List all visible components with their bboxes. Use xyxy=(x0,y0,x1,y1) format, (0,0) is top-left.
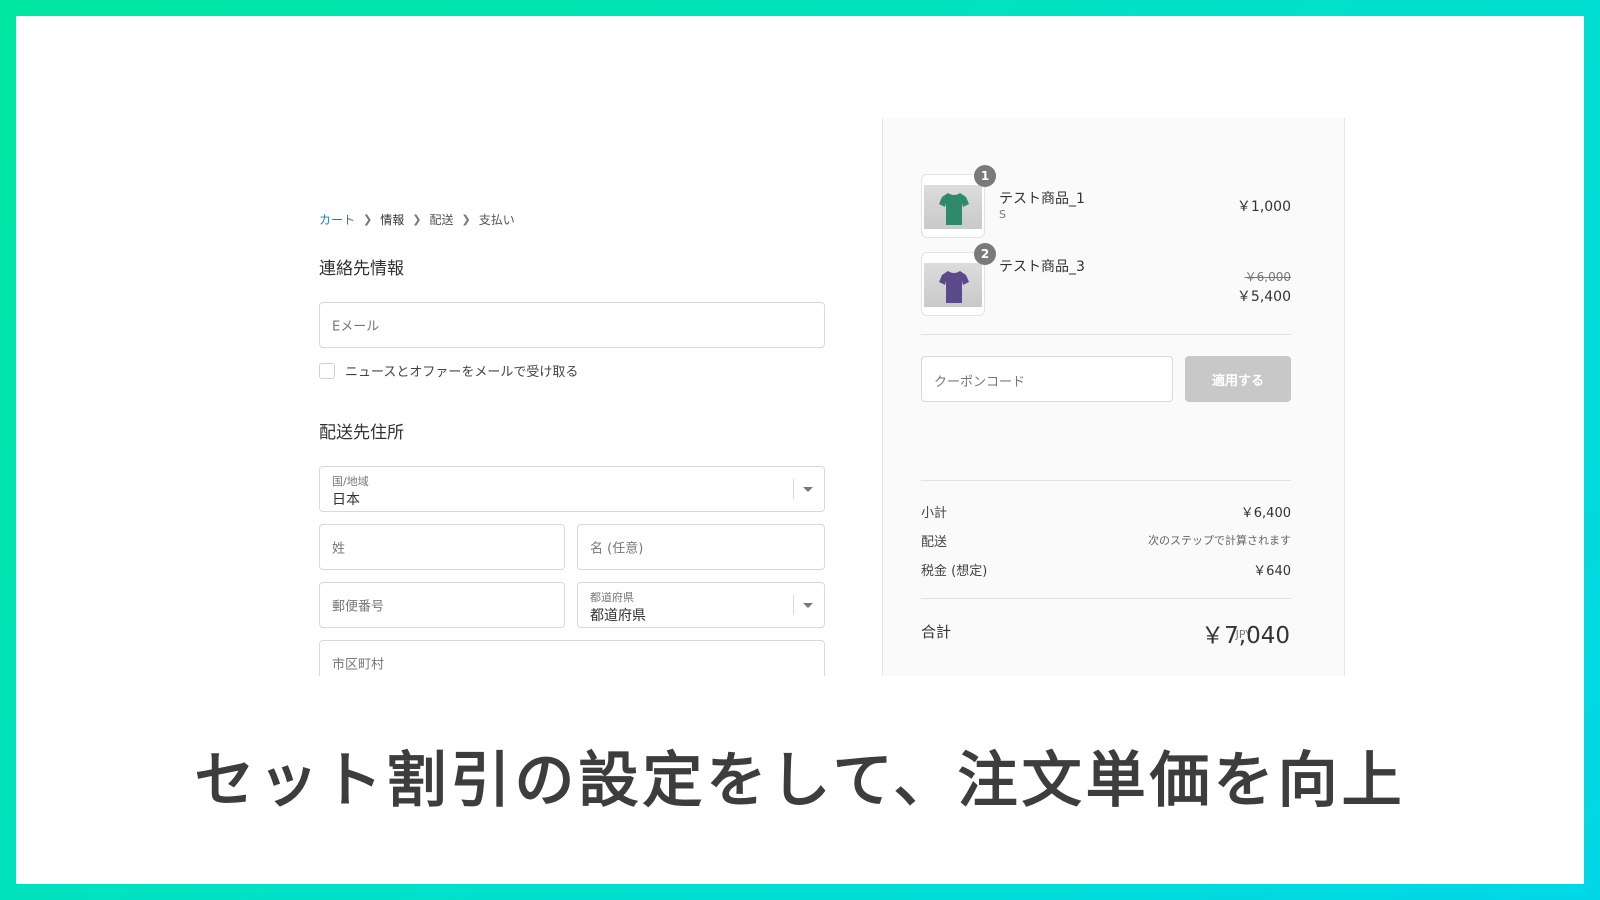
prefecture-value: 都道府県 xyxy=(590,608,646,624)
email-placeholder: Eメール xyxy=(332,319,380,335)
tax-row: 税金 (想定) ￥640 xyxy=(921,560,1291,579)
newsletter-label: ニュースとオファーをメールで受け取る xyxy=(345,365,579,380)
chevron-down-icon xyxy=(803,487,813,492)
divider xyxy=(921,334,1291,335)
country-label: 国/地域 xyxy=(332,475,369,488)
postal-code-field[interactable]: 郵便番号 xyxy=(319,582,565,628)
breadcrumb-cart[interactable]: カート xyxy=(319,211,355,228)
shipping-row: 配送 次のステップで計算されます xyxy=(921,531,1291,550)
tax-label: 税金 (想定) xyxy=(921,564,988,579)
breadcrumb: カート ❯ 情報 ❯ 配送 ❯ 支払い xyxy=(319,211,515,228)
last-name-field[interactable]: 姓 xyxy=(319,524,565,570)
last-name-placeholder: 姓 xyxy=(332,541,346,557)
product-thumbnail: 2 xyxy=(921,243,996,316)
shipping-value: 次のステップで計算されます xyxy=(1148,534,1291,547)
shipping-section-title: 配送先住所 xyxy=(319,423,404,443)
breadcrumb-info: 情報 xyxy=(380,213,405,227)
divider xyxy=(921,598,1291,599)
contact-section-title: 連絡先情報 xyxy=(319,259,404,279)
postal-code-placeholder: 郵便番号 xyxy=(332,599,385,615)
item-name: テスト商品_1 xyxy=(999,191,1085,207)
select-divider xyxy=(793,479,794,499)
breadcrumb-shipping: 配送 xyxy=(429,213,454,227)
newsletter-checkbox[interactable] xyxy=(319,362,335,379)
subtotal-value: ￥6,400 xyxy=(1240,506,1291,521)
subtotal-row: 小計 ￥6,400 xyxy=(921,502,1291,521)
apply-coupon-button[interactable]: 適用する xyxy=(1185,356,1291,402)
chevron-right-icon: ❯ xyxy=(461,213,471,226)
breadcrumb-payment: 支払い xyxy=(478,213,515,227)
prefecture-label: 都道府県 xyxy=(590,591,634,604)
country-select[interactable]: 国/地域 日本 xyxy=(319,466,825,512)
divider xyxy=(921,480,1291,481)
shipping-label: 配送 xyxy=(921,535,948,550)
cart-item: 2 テスト商品_3 ￥6,000 ￥5,400 xyxy=(921,243,1291,316)
chevron-down-icon xyxy=(803,603,813,608)
total-value: ￥7,040 xyxy=(1201,623,1290,649)
item-price: ￥5,400 xyxy=(1236,289,1291,305)
coupon-code-input[interactable]: クーポンコード xyxy=(921,356,1173,402)
city-placeholder: 市区町村 xyxy=(332,657,385,673)
headline-banner: セット割引の設定をして、注文単価を向上 xyxy=(194,746,1406,816)
first-name-field[interactable]: 名 (任意) xyxy=(577,524,825,570)
chevron-right-icon: ❯ xyxy=(412,213,422,226)
prefecture-select[interactable]: 都道府県 都道府県 xyxy=(577,582,825,628)
coupon-placeholder: クーポンコード xyxy=(934,375,1026,390)
quantity-badge: 2 xyxy=(974,243,996,265)
newsletter-row: ニュースとオファーをメールで受け取る xyxy=(319,361,578,380)
item-name: テスト商品_3 xyxy=(999,259,1085,275)
quantity-badge: 1 xyxy=(974,165,996,187)
total-label: 合計 xyxy=(921,623,952,641)
tax-value: ￥640 xyxy=(1253,564,1291,579)
subtotal-label: 小計 xyxy=(921,506,948,521)
chevron-right-icon: ❯ xyxy=(363,213,373,226)
item-original-price: ￥6,000 xyxy=(1244,270,1291,284)
tshirt-icon xyxy=(939,271,969,303)
city-field[interactable]: 市区町村 xyxy=(319,640,825,676)
country-value: 日本 xyxy=(332,492,360,508)
select-divider xyxy=(793,595,794,615)
email-field[interactable]: Eメール xyxy=(319,302,825,348)
tshirt-icon xyxy=(939,193,969,225)
first-name-placeholder: 名 (任意) xyxy=(590,541,644,557)
item-variant: S xyxy=(999,208,1006,221)
item-price: ￥1,000 xyxy=(1236,199,1291,215)
order-summary: 1 テスト商品_1 S ￥1,000 2 テスト商品_3 ￥6,000 ￥5,4… xyxy=(882,118,1345,676)
product-thumbnail: 1 xyxy=(921,165,996,238)
cart-item: 1 テスト商品_1 S ￥1,000 xyxy=(921,165,1291,238)
